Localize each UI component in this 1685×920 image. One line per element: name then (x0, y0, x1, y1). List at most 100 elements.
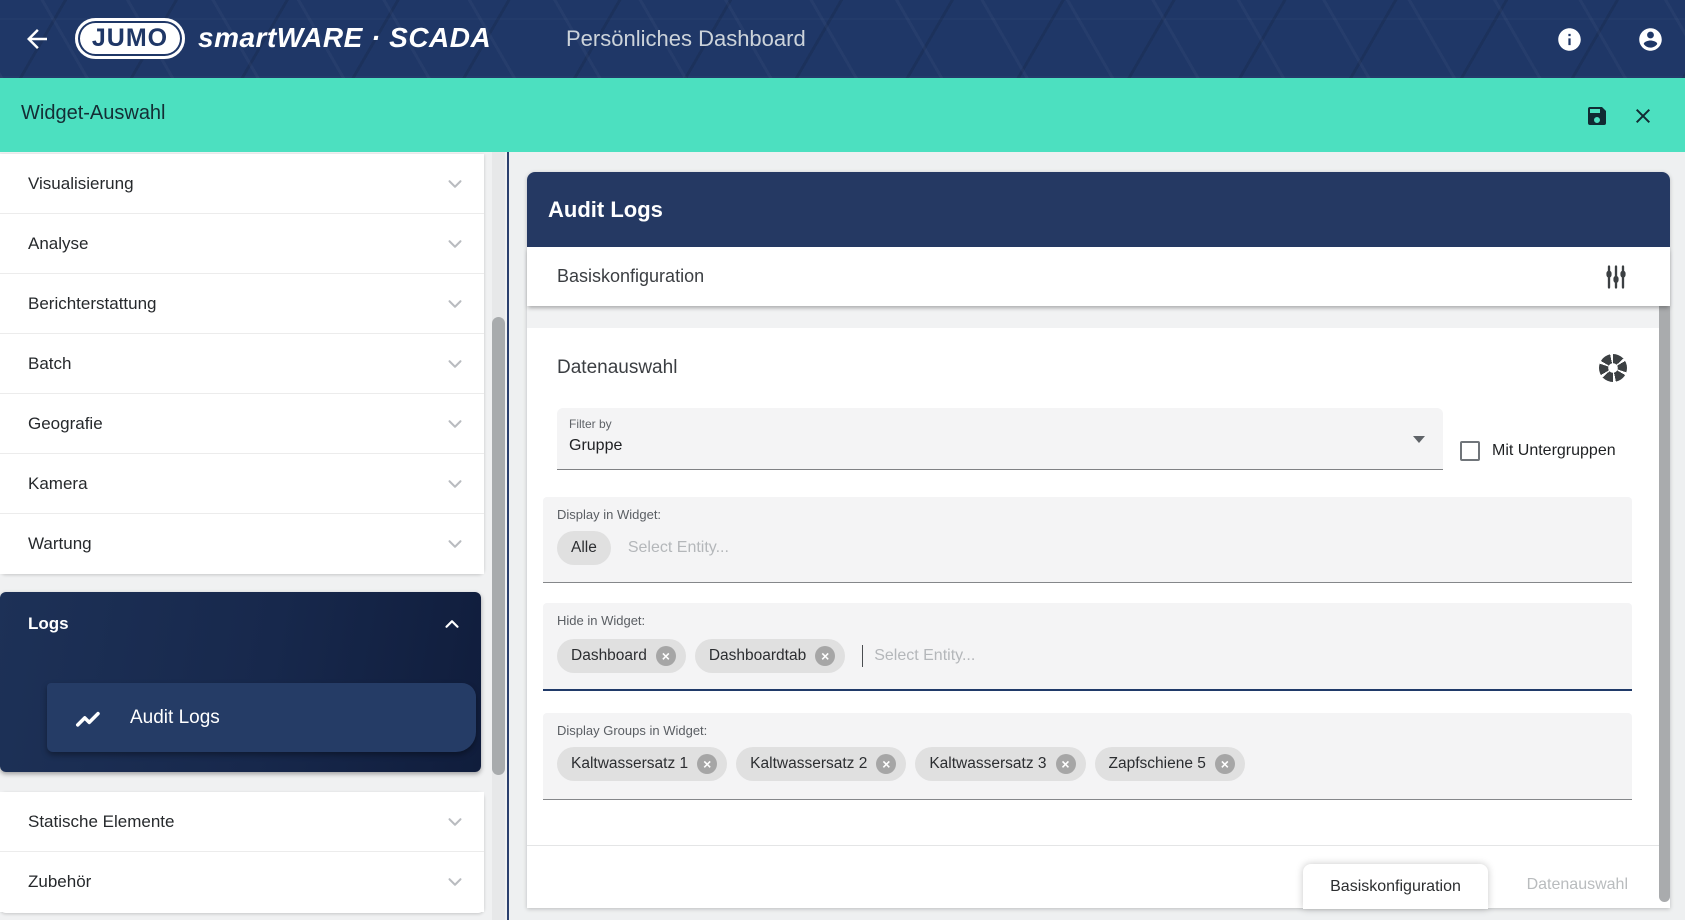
filter-by-label: Filter by (569, 417, 612, 431)
basiskonfiguration-tab-button[interactable]: Basiskonfiguration (1303, 864, 1488, 909)
tune-sliders-icon (1602, 263, 1630, 291)
sidebar-item-batch[interactable]: Batch (0, 334, 484, 394)
chip-label: Kaltwassersatz 2 (750, 755, 867, 773)
sidebar-item-label: Logs (28, 614, 69, 634)
display-groups-field[interactable]: Display Groups in Widget: Kaltwassersatz… (543, 713, 1632, 800)
basic-config-label: Basiskonfiguration (557, 266, 704, 287)
jumo-logo-text: JUMO (92, 24, 168, 53)
chip-dashboardtab[interactable]: Dashboardtab × (695, 639, 845, 673)
category-list-card-bottom: Statische Elemente Zubehör (0, 792, 484, 913)
info-icon[interactable] (1556, 26, 1583, 53)
chip-label: Dashboard (571, 647, 647, 665)
chevron-down-icon (444, 871, 466, 893)
chip-dashboard[interactable]: Dashboard × (557, 639, 686, 673)
chevron-down-icon (444, 353, 466, 375)
sidebar-item-label: Berichterstattung (28, 294, 157, 314)
display-groups-chips: Kaltwassersatz 1 × Kaltwassersatz 2 × Ka… (557, 747, 1245, 781)
widget-config-panel: Audit Logs Basiskonfiguration Da (527, 172, 1670, 908)
back-arrow-icon[interactable] (22, 24, 52, 54)
chip-kaltwassersatz-1[interactable]: Kaltwassersatz 1 × (557, 747, 727, 781)
with-subgroups-option: Mit Untergruppen (1460, 441, 1616, 461)
chevron-down-icon (444, 533, 466, 555)
with-subgroups-label: Mit Untergruppen (1492, 442, 1616, 460)
page-title: Persönliches Dashboard (566, 26, 806, 52)
sidebar-item-label: Wartung (28, 534, 92, 554)
filter-by-value: Gruppe (569, 437, 622, 455)
widget-selection-bar: Widget-Auswahl (0, 78, 1685, 152)
sidebar-item-logs[interactable]: Logs (0, 592, 481, 656)
select-entity-placeholder: Select Entity... (874, 647, 975, 665)
text-cursor (862, 645, 863, 667)
chip-label: Zapfschiene 5 (1109, 755, 1206, 773)
jumo-logo: JUMO (75, 18, 185, 59)
app-bar: JUMO smartWARE · SCADA Persönliches Dash… (0, 0, 1685, 78)
main-scrollbar-thumb[interactable] (1659, 248, 1670, 902)
dropdown-arrow-icon (1413, 436, 1425, 443)
basic-config-row[interactable]: Basiskonfiguration (527, 247, 1670, 306)
select-entity-placeholder: Select Entity... (628, 539, 729, 557)
chip-label: Kaltwassersatz 3 (929, 755, 1046, 773)
filter-by-select[interactable]: Filter by Gruppe (557, 408, 1443, 470)
sidebar-item-kamera[interactable]: Kamera (0, 454, 484, 514)
chip-remove-icon[interactable]: × (1056, 754, 1076, 774)
sidebar-item-label: Analyse (28, 234, 88, 254)
panel-footer: Basiskonfiguration Datenauswahl (527, 845, 1670, 908)
chevron-down-icon (444, 293, 466, 315)
chip-remove-icon[interactable]: × (656, 646, 676, 666)
sidebar-item-wartung[interactable]: Wartung (0, 514, 484, 574)
display-groups-label: Display Groups in Widget: (557, 723, 707, 738)
chip-remove-icon[interactable]: × (815, 646, 835, 666)
main-area: Audit Logs Basiskonfiguration Da (509, 152, 1685, 920)
data-selection-section: Datenauswahl Filter by Gruppe Mit Unterg… (527, 328, 1670, 845)
widget-category-sidebar: Visualisierung Analyse Berichterstattung… (0, 152, 508, 920)
hide-in-widget-chips: Dashboard × Dashboardtab × Select Entity… (557, 639, 975, 673)
chevron-down-icon (444, 173, 466, 195)
chevron-down-icon (444, 811, 466, 833)
chip-remove-icon[interactable]: × (697, 754, 717, 774)
account-icon[interactable] (1637, 26, 1664, 53)
sidebar-item-visualisierung[interactable]: Visualisierung (0, 154, 484, 214)
chip-alle[interactable]: Alle (557, 531, 611, 565)
line-chart-icon (74, 703, 104, 733)
sidebar-item-analyse[interactable]: Analyse (0, 214, 484, 274)
data-selection-title: Datenauswahl (557, 357, 677, 379)
chevron-up-icon (441, 613, 463, 635)
sidebar-item-label: Kamera (28, 474, 88, 494)
chip-kaltwassersatz-2[interactable]: Kaltwassersatz 2 × (736, 747, 906, 781)
sidebar-item-label: Geografie (28, 414, 103, 434)
section-separator (527, 306, 1670, 328)
sidebar-item-label: Zubehör (28, 872, 91, 892)
chip-label: Kaltwassersatz 1 (571, 755, 688, 773)
widget-title: Audit Logs (548, 197, 663, 223)
chip-label: Alle (571, 539, 597, 557)
sidebar-item-label: Audit Logs (130, 707, 220, 729)
hide-in-widget-field[interactable]: Hide in Widget: Dashboard × Dashboardtab… (543, 603, 1632, 691)
sidebar-item-statische-elemente[interactable]: Statische Elemente (0, 792, 484, 852)
sidebar-scrollbar-thumb[interactable] (492, 317, 505, 775)
chip-remove-icon[interactable]: × (1215, 754, 1235, 774)
category-list-card: Visualisierung Analyse Berichterstattung… (0, 154, 484, 574)
display-in-widget-chips: Alle Select Entity... (557, 531, 729, 565)
sidebar-item-label: Batch (28, 354, 71, 374)
chevron-down-icon (444, 473, 466, 495)
sidebar-item-geografie[interactable]: Geografie (0, 394, 484, 454)
sidebar-item-label: Statische Elemente (28, 812, 174, 832)
chip-zapfschiene-5[interactable]: Zapfschiene 5 × (1095, 747, 1245, 781)
sidebar-item-zubehoer[interactable]: Zubehör (0, 852, 484, 912)
chevron-down-icon (444, 233, 466, 255)
close-icon[interactable] (1631, 104, 1655, 128)
chip-remove-icon[interactable]: × (876, 754, 896, 774)
hide-in-widget-label: Hide in Widget: (557, 613, 645, 628)
sidebar-item-audit-logs[interactable]: Audit Logs (47, 683, 476, 752)
chevron-down-icon (444, 413, 466, 435)
aperture-icon (1599, 354, 1627, 382)
chip-kaltwassersatz-3[interactable]: Kaltwassersatz 3 × (915, 747, 1085, 781)
sidebar-item-label: Visualisierung (28, 174, 134, 194)
sidebar-group-logs: Logs Audit Logs (0, 592, 481, 772)
with-subgroups-checkbox[interactable] (1460, 441, 1480, 461)
sidebar-item-berichterstattung[interactable]: Berichterstattung (0, 274, 484, 334)
save-icon[interactable] (1585, 104, 1609, 128)
datenauswahl-tab-button[interactable]: Datenauswahl (1527, 876, 1628, 894)
brand-title: smartWARE · SCADA (198, 22, 491, 54)
display-in-widget-field[interactable]: Display in Widget: Alle Select Entity... (543, 497, 1632, 583)
